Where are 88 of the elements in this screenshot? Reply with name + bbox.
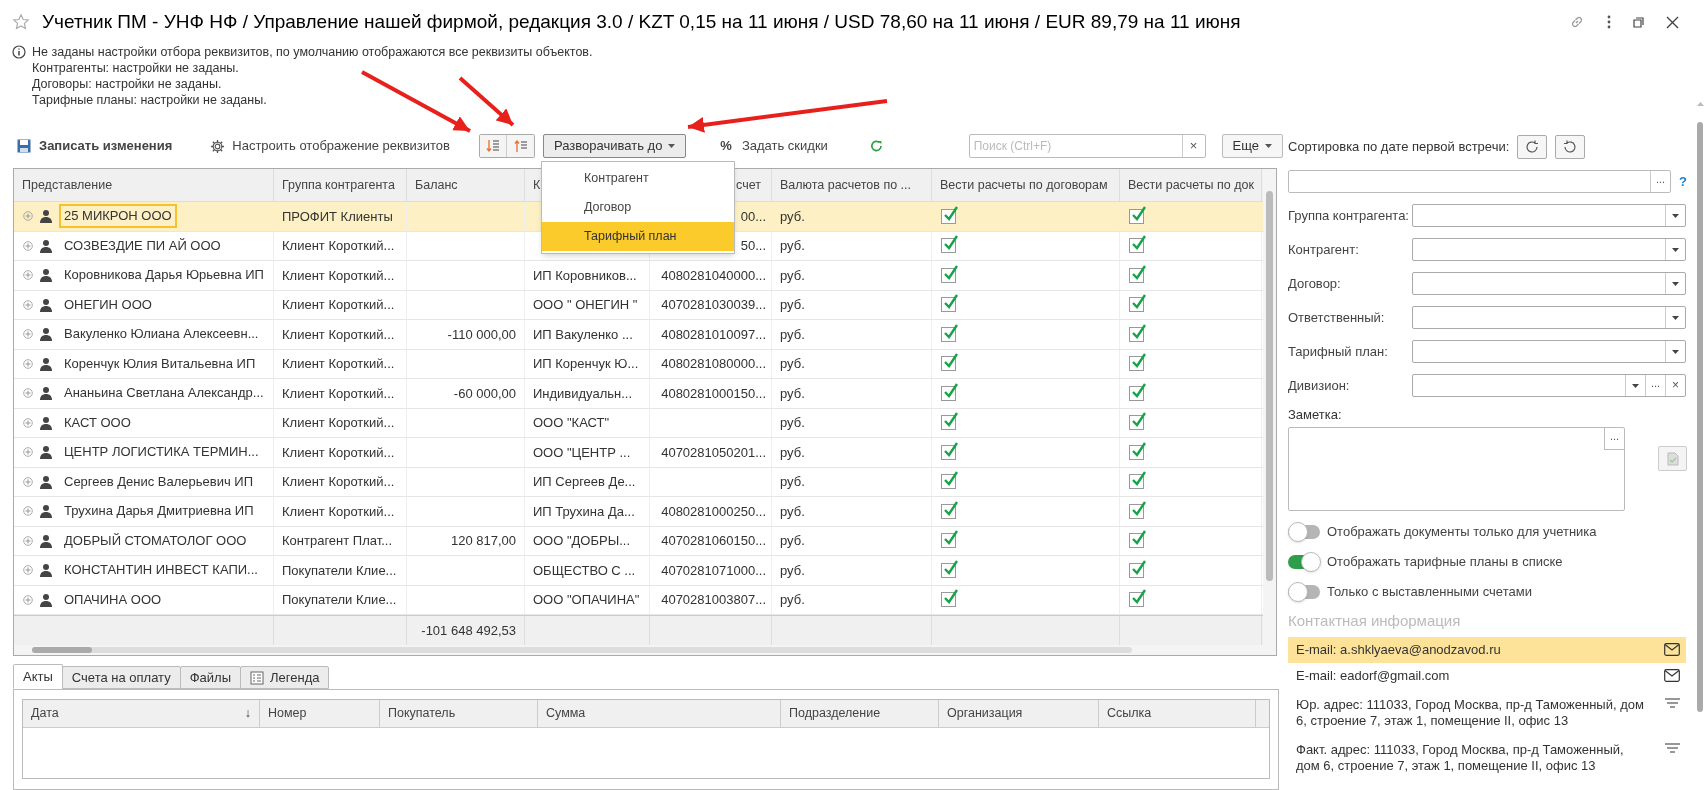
table-cell-text: руб. bbox=[780, 384, 805, 403]
table-cell-text: 4080281000250... bbox=[661, 502, 766, 521]
table-cell-text: руб. bbox=[780, 561, 805, 580]
table-cell-text: Клиент Короткий... bbox=[282, 237, 395, 255]
table-cell-text: ООО "ОПАЧИНА" bbox=[533, 591, 640, 609]
table-cell-text: Клиент Короткий... bbox=[282, 473, 395, 491]
table-cell-text: Трухина Дарья Дмитриевна ИП bbox=[63, 502, 255, 521]
table-cell-text: Клиент Короткий... bbox=[282, 325, 395, 344]
table-cell-text: КОНСТАНТИН ИНВЕСТ КАПИ... bbox=[63, 561, 259, 580]
table-cell-text: ООО "КАСТ" bbox=[533, 414, 610, 432]
table-cell-text: 120 817,00 bbox=[450, 532, 516, 550]
table-cell-text: Клиент Короткий... bbox=[282, 266, 395, 285]
table-cell-text: Покупатели Клие... bbox=[282, 591, 397, 609]
table-cell-text: руб. bbox=[780, 502, 805, 521]
table-cell-text: ДОБРЫЙ СТОМАТОЛОГ ООО bbox=[63, 531, 248, 550]
toggle-label: Отображать тарифные планы в списке bbox=[1327, 553, 1563, 572]
table-cell-text: Коренчук Юлия Витальевна ИП bbox=[63, 354, 257, 373]
table-cell-text: руб. bbox=[780, 355, 805, 373]
table-cell-text: 4080281000150... bbox=[661, 384, 766, 403]
table-cell-text: КАСТ ООО bbox=[63, 413, 132, 432]
sort-indicator: ↓ bbox=[244, 705, 251, 723]
table-cell-text: Клиент Короткий... bbox=[282, 443, 395, 462]
table-cell-text: ЦЕНТР ЛОГИСТИКА ТЕРМИН... bbox=[63, 443, 260, 462]
table-cell-text: руб. bbox=[780, 473, 805, 491]
table-cell-text: ОНЕГИН ООО bbox=[63, 295, 153, 314]
table-cell-text: Вакуленко Юлиана Алексеевн... bbox=[63, 325, 260, 344]
table-cell-text: ПРОФИТ Клиенты bbox=[282, 207, 393, 226]
table-cell-text: ООО "ЦЕНТР ... bbox=[533, 443, 631, 462]
info-text: Не заданы настройки отбора реквизитов, по умолчанию отображаются все реквизиты объектов. bbox=[32, 44, 593, 60]
table-cell-text: 00... bbox=[740, 207, 766, 226]
table-cell-text: руб. bbox=[780, 532, 805, 550]
table-cell-text: 50... bbox=[740, 237, 766, 255]
table-cell-text: 4080281040000... bbox=[661, 266, 766, 285]
table-cell-text: Сергеев Денис Валерьевич ИП bbox=[63, 472, 255, 491]
table-cell-text: -110 000,00 bbox=[447, 325, 516, 344]
table-cell-text: Клиент Короткий... bbox=[282, 414, 395, 432]
table-cell-text: руб. bbox=[780, 266, 805, 285]
table-cell-text: руб. bbox=[780, 325, 805, 344]
table-cell-text: руб. bbox=[780, 591, 805, 609]
table-cell-text: руб. bbox=[780, 207, 805, 226]
table-cell-text: 4070281003807... bbox=[661, 591, 766, 609]
table-cell-text: Ананьина Светлана Александр... bbox=[63, 384, 265, 403]
window-title: Учетник ПМ - УНФ НФ / Управление нашей фирмой, редакция 3.0 / KZT 0,15 на 11 июня / USD 78,60 на 11 июня / EUR 89,79 на 11 июня bbox=[42, 9, 1242, 34]
table-cell-text: Индивидуальн... bbox=[533, 384, 633, 403]
table-cell-text: Покупатели Клие... bbox=[282, 561, 397, 580]
info-text: Контрагенты: настройки не заданы. bbox=[32, 60, 240, 76]
table-cell-text: -101 648 492,53 bbox=[421, 621, 516, 640]
note-label: Заметка: bbox=[1288, 407, 1342, 422]
field-label: Договор: bbox=[1288, 274, 1341, 293]
table-cell-text: 4070281060150... bbox=[661, 532, 766, 550]
table-cell-text: ИП Коровников... bbox=[533, 266, 637, 285]
table-cell: 25 МИКРОН ООО bbox=[59, 204, 177, 229]
table-cell-text: Клиент Короткий... bbox=[282, 502, 395, 521]
field-label: Дивизион: bbox=[1288, 376, 1350, 395]
table-cell-text: ИП Вакуленко ... bbox=[533, 325, 633, 344]
table-cell-text: руб. bbox=[780, 296, 805, 314]
table-cell-text: руб. bbox=[780, 237, 805, 255]
field-label: Группа контрагента: bbox=[1288, 206, 1409, 225]
table-cell-text: Контрагент Плат... bbox=[282, 532, 393, 550]
table-cell-text: 4080281010097... bbox=[661, 325, 766, 344]
table-cell-text: ООО " ОНЕГИН " bbox=[533, 296, 638, 314]
table-cell-text: Клиент Короткий... bbox=[282, 355, 395, 373]
table-cell-text: ИП Коренчук Ю... bbox=[533, 355, 639, 373]
toggle-label: Отображать документы только для учетника bbox=[1327, 523, 1597, 542]
table-cell-text: 4070281030039... bbox=[661, 296, 766, 314]
field-label: Тарифный план: bbox=[1288, 342, 1388, 361]
table-cell-text: руб. bbox=[780, 443, 805, 462]
section-title: Контактная информация bbox=[1288, 610, 1461, 631]
table-cell-text: Коровникова Дарья Юрьевна ИП bbox=[63, 266, 265, 285]
table-cell-text: ИП Сергеев Де... bbox=[533, 473, 636, 491]
table-cell-text: ОБЩЕСТВО С ... bbox=[533, 561, 636, 580]
field-label: Ответственный: bbox=[1288, 308, 1385, 327]
toggle-label: Только с выставленными счетами bbox=[1327, 583, 1532, 602]
table-cell-text: 4070281050201... bbox=[661, 443, 766, 462]
table-cell-text: Клиент Короткий... bbox=[282, 384, 395, 403]
info-text: Договоры: настройки не заданы. bbox=[32, 76, 223, 92]
table-cell-text: ОПАЧИНА ООО bbox=[63, 590, 163, 609]
table-cell-text: ИП Трухина Да... bbox=[533, 502, 635, 521]
table-cell-text: СОЗВЕЗДИЕ ПИ АЙ ООО bbox=[63, 236, 222, 255]
table-cell-text: 4070281071000... bbox=[661, 561, 766, 580]
table-cell-text: Клиент Короткий... bbox=[282, 296, 395, 314]
table-cell-text: ООО "ДОБРЫ... bbox=[533, 532, 631, 550]
field-label: Контрагент: bbox=[1288, 240, 1359, 259]
table-cell-text: 4080281080000... bbox=[661, 355, 766, 373]
table-cell-text: руб. bbox=[780, 414, 805, 432]
info-text: Тарифные планы: настройки не заданы. bbox=[32, 92, 268, 108]
sort-label: Сортировка по дате первой встречи: bbox=[1288, 137, 1510, 156]
table-cell-text: -60 000,00 bbox=[453, 384, 516, 403]
